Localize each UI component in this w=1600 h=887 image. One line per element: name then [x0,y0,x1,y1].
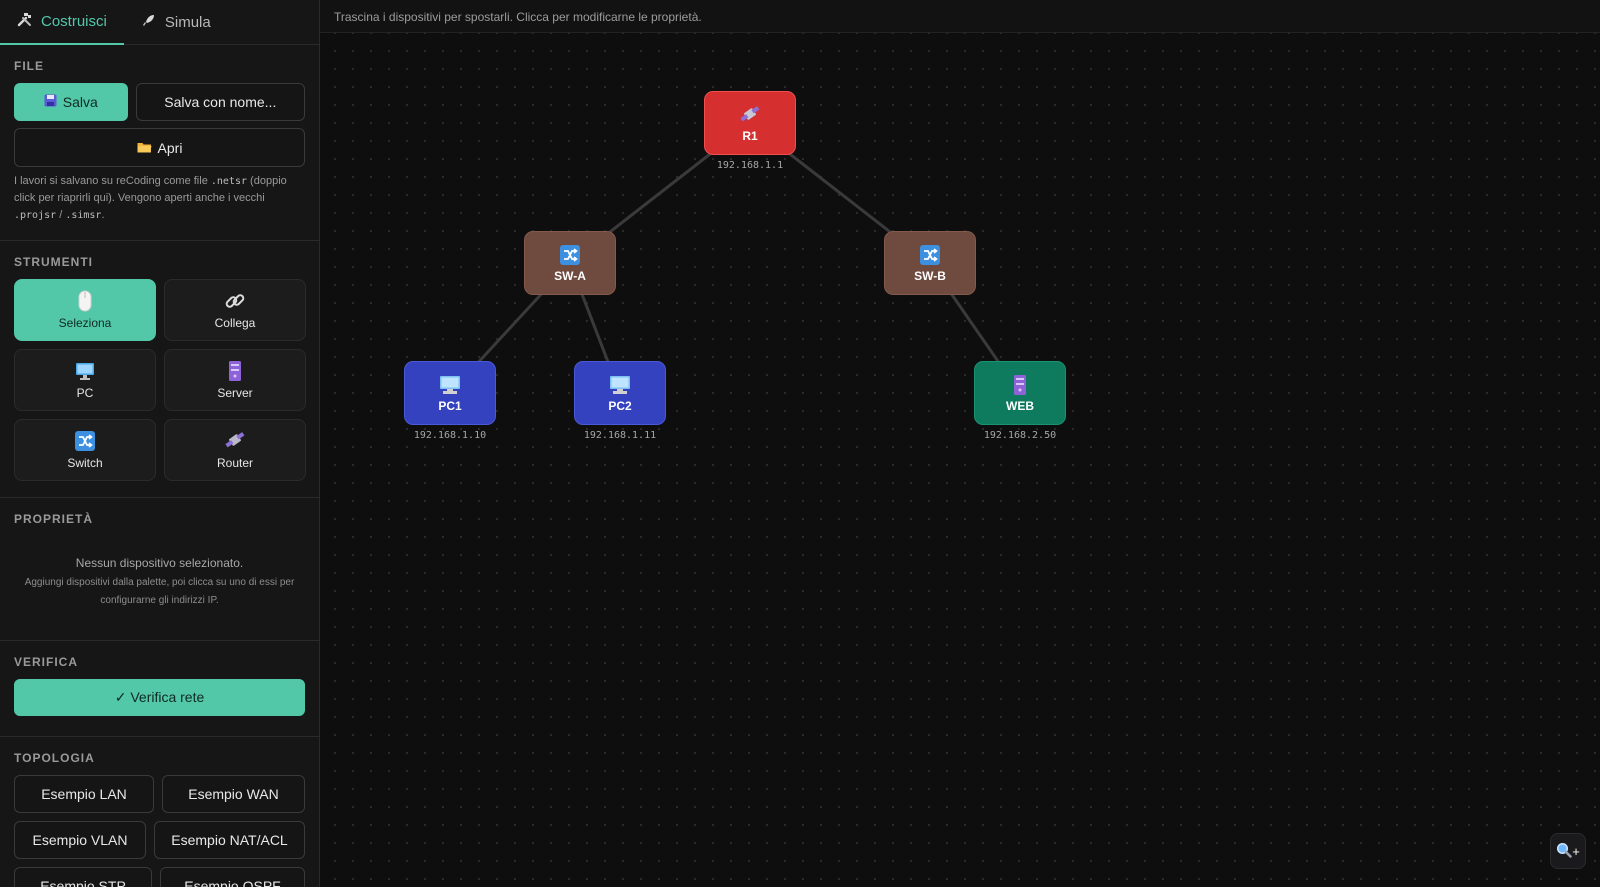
tool-switch[interactable]: Switch [14,419,156,481]
file-note: I lavori si salvano su reCoding come fil… [14,173,305,224]
zoom-in-button[interactable]: + [1550,833,1586,869]
tool-label: Collega [214,316,256,330]
note-sep: / [56,209,66,221]
example-stp-button[interactable]: Esempio STP [14,867,152,887]
floppy-disk-icon [44,94,57,110]
note-text: I lavori si salvano su reCoding come fil… [14,175,211,187]
properties-section: PROPRIETÀ Nessun dispositivo selezionato… [0,498,319,641]
node-label: PC1 [438,398,462,413]
switch-icon [560,244,580,266]
note-ext: .netsr [210,176,247,187]
tool-server[interactable]: Server [164,349,306,411]
save-as-button[interactable]: Salva con nome... [135,83,305,121]
topology-section: TOPOLOGIA Esempio LAN Esempio WAN Esempi… [0,737,319,887]
desktop-icon [609,374,631,396]
save-label: Salva [62,94,98,110]
section-title: TOPOLOGIA [14,751,95,765]
node-sw-b[interactable]: SW-B [884,231,976,295]
links-layer [448,121,1022,395]
tool-label: Seleziona [58,316,112,330]
sidebar: Costruisci Simula FILE Salva Salva con n… [0,0,320,887]
note-ext: .simsr [65,210,102,221]
node-label: SW-B [914,268,946,283]
section-title: FILE [14,59,44,73]
node-label: WEB [1006,398,1034,413]
node-label: PC2 [608,398,632,413]
node-pc2[interactable]: PC2 [574,361,666,425]
zoom-label: + [1572,843,1580,859]
server-icon [1013,374,1027,396]
tool-link[interactable]: Collega [164,279,306,341]
desktop-icon [75,360,95,382]
tool-label: PC [76,386,94,400]
file-section: FILE Salva Salva con nome... Apri I lavo… [0,45,319,241]
node-ip: 192.168.1.1 [716,160,784,171]
node-ip: 192.168.2.50 [983,430,1057,441]
rocket-icon [141,12,157,33]
properties-empty-state: Nessun dispositivo selezionato. Aggiungi… [14,536,305,620]
tool-pc[interactable]: PC [14,349,156,411]
section-title: PROPRIETÀ [14,512,94,526]
note-text: . [101,209,105,221]
tab-label: Simula [164,14,211,31]
open-label: Apri [157,139,183,156]
node-web[interactable]: WEB [974,361,1066,425]
router-icon [739,104,761,126]
verify-network-button[interactable]: ✓ Verifica rete [14,679,305,716]
save-as-label: Salva con nome... [164,94,277,110]
folder-icon [137,140,152,156]
mouse-icon [78,290,92,312]
network-canvas[interactable]: Trascina i dispositivi per spostarli. Cl… [320,0,1600,887]
tool-label: Router [216,456,254,470]
desktop-icon [439,374,461,396]
node-sw-a[interactable]: SW-A [524,231,616,295]
empty-hint: Aggiungi dispositivi dalla palette, poi … [24,577,295,606]
tab-simula[interactable]: Simula [124,0,228,45]
tab-label: Costruisci [41,13,107,30]
node-label: SW-A [554,268,586,283]
mode-tabs: Costruisci Simula [0,0,319,45]
example-vlan-button[interactable]: Esempio VLAN [14,821,146,859]
save-button[interactable]: Salva [14,83,128,121]
node-ip: 192.168.1.11 [583,430,657,441]
switch-icon [75,430,95,452]
tab-costruisci[interactable]: Costruisci [0,0,124,45]
server-icon [228,360,242,382]
node-ip: 192.168.1.10 [413,430,487,441]
tool-label: Server [217,386,253,400]
link-icon [224,290,246,312]
tool-select[interactable]: Seleziona [14,279,156,341]
node-label: R1 [742,128,758,143]
section-title: STRUMENTI [14,255,93,269]
section-title: VERIFICA [14,655,79,669]
router-icon [224,430,246,452]
example-ospf-button[interactable]: Esempio OSPF [160,867,305,887]
note-ext: .projsr [14,210,57,221]
example-wan-button[interactable]: Esempio WAN [162,775,305,813]
example-lan-button[interactable]: Esempio LAN [14,775,154,813]
node-pc1[interactable]: PC1 [404,361,496,425]
open-button[interactable]: Apri [14,128,305,167]
hammer-wrench-icon [17,11,33,32]
tool-label: Switch [67,456,103,470]
magnifier-icon [1556,842,1572,861]
empty-title: Nessun dispositivo selezionato. [75,556,244,570]
verify-section: VERIFICA ✓ Verifica rete [0,641,319,737]
tools-section: STRUMENTI Seleziona Collega PC Server Sw… [0,241,319,498]
node-r1[interactable]: R1 [704,91,796,155]
tool-router[interactable]: Router [164,419,306,481]
example-nat-acl-button[interactable]: Esempio NAT/ACL [154,821,305,859]
switch-icon [920,244,940,266]
